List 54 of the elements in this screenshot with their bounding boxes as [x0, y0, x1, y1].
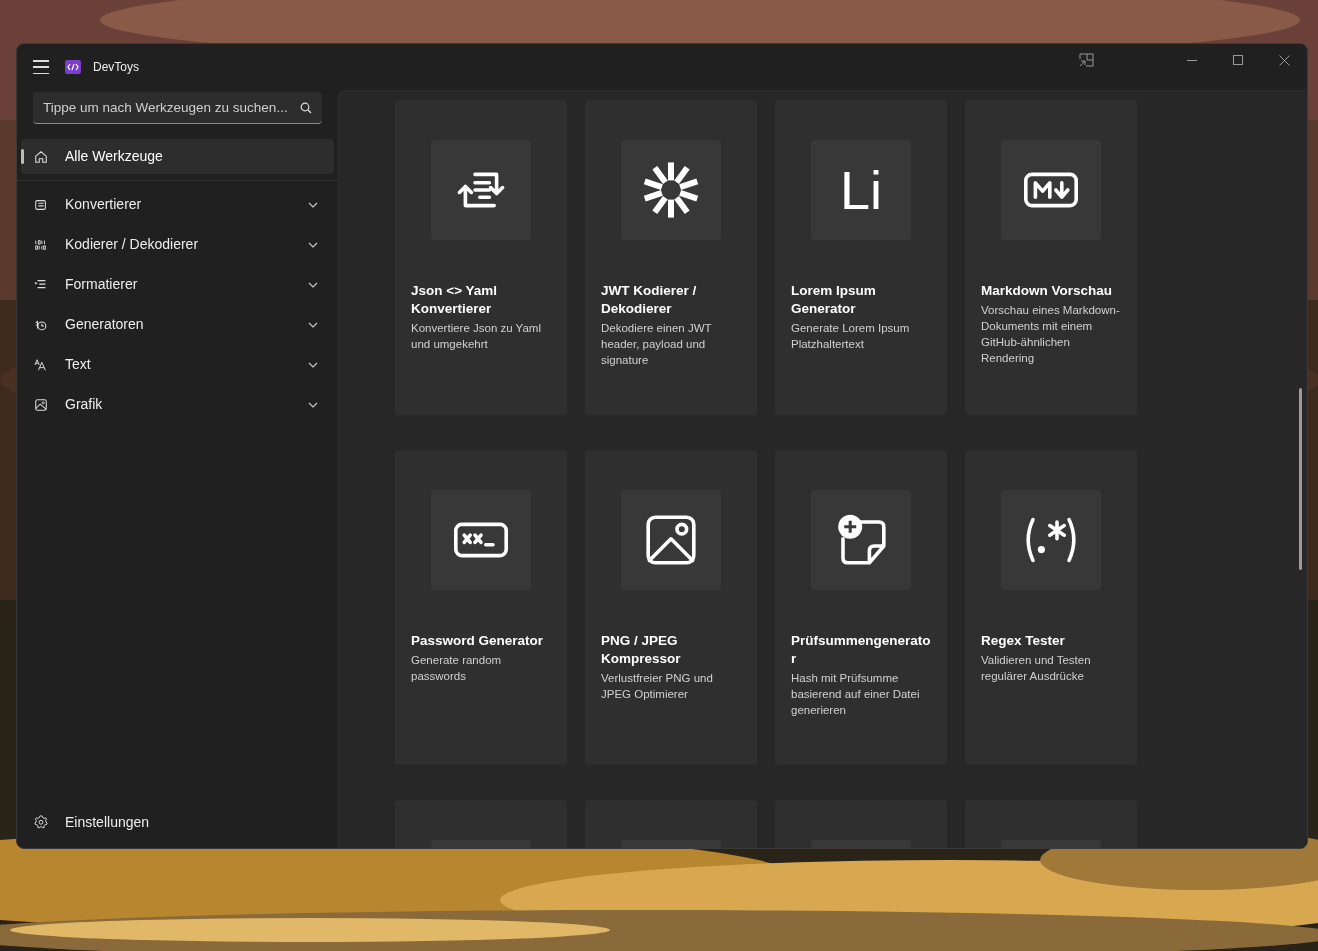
- compact-overlay-icon[interactable]: [1079, 53, 1094, 67]
- card-title: JWT Kodierer / Dekodierer: [601, 282, 698, 318]
- tool-card[interactable]: Markdown Vorschau Vorschau eines Markdown-Dokuments mit einem GitHub-ähnlichen Rendering: [965, 100, 1137, 415]
- nav-item[interactable]: Formatierer: [21, 267, 334, 302]
- app-logo-icon: [65, 60, 81, 74]
- nav-item[interactable]: Grafik: [21, 387, 334, 422]
- card-title: PNG / JPEG Kompressor: [601, 632, 682, 668]
- converter-icon: [34, 197, 48, 212]
- card-title: Markdown Vorschau: [981, 282, 1114, 300]
- letters-icon: Li: [840, 163, 882, 217]
- chevron-down-icon: [308, 401, 318, 408]
- nav-item[interactable]: Alle Werkzeuge: [21, 139, 334, 174]
- card-description: Generate random passwords: [411, 653, 503, 684]
- chevron-down-icon: [308, 321, 318, 328]
- binary-icon: [34, 237, 48, 252]
- card-title: Json <> Yaml Konvertierer: [411, 282, 499, 318]
- tool-card[interactable]: Json <> Yaml Konvertierer Konvertiere Json zu Yaml und umgekehrt: [395, 100, 567, 415]
- tool-card[interactable]: JWT Kodierer / Dekodierer Dekodiere einen JWT header, payload und signature: [585, 100, 757, 415]
- chevron-down-icon: [308, 361, 318, 368]
- close-icon: [1278, 54, 1290, 66]
- nav-item[interactable]: Konvertierer: [21, 187, 334, 222]
- nav-item[interactable]: Generatoren: [21, 307, 334, 342]
- tool-card[interactable]: Li Lorem Ipsum Generator Generate Lorem Ipsum Platzhaltertext: [775, 100, 947, 415]
- chevron-down-icon: [308, 241, 318, 248]
- card-description: Konvertiere Json zu Yaml und umgekehrt: [411, 321, 542, 352]
- card-description: Hash mit Prüfsumme basierend auf einer Datei generieren: [791, 671, 921, 718]
- settings-icon: [34, 815, 48, 829]
- card-description: Validieren und Testen regulärer Ausdrücke: [981, 653, 1092, 684]
- search-icon: [300, 102, 312, 114]
- card-description: Dekodiere einen JWT header, payload und signature: [601, 321, 713, 368]
- chevron-down-icon: [308, 201, 318, 208]
- card-title: Prüfsummengenerato r: [791, 632, 931, 668]
- tool-card[interactable]: PNG / JPEG Kompressor Verlustfreier PNG und JPEG Optimierer: [585, 450, 757, 765]
- scrollbar-thumb[interactable]: [1299, 388, 1302, 570]
- card-description: Verlustfreier PNG und JPEG Optimierer: [601, 671, 714, 702]
- card-title: Lorem Ipsum Generator: [791, 282, 877, 318]
- tool-card[interactable]: Prüfsummengenerato r Hash mit Prüfsumme basierend auf einer Datei generieren: [775, 450, 947, 765]
- nav-item[interactable]: Text: [21, 347, 334, 382]
- search-field[interactable]: Tippe um nach Werkzeugen zu suchen...: [33, 92, 322, 124]
- tool-card[interactable]: Password Generator Generate random passwords: [395, 450, 567, 765]
- nav-item[interactable]: Kodierer / Dekodierer: [21, 227, 334, 262]
- window-title: DevToys: [93, 59, 139, 76]
- menu-icon[interactable]: [33, 60, 49, 74]
- home-icon: [34, 149, 48, 164]
- card-title: Regex Tester: [981, 632, 1066, 650]
- letters-icon: [34, 357, 48, 372]
- chevron-down-icon: [308, 281, 318, 288]
- starburst-icon: [641, 160, 701, 220]
- card-description: Vorschau eines Markdown-Dokuments mit einem GitHub-ähnlichen Rendering: [981, 303, 1121, 366]
- card-title: Password Generator: [411, 632, 545, 650]
- image-icon: [34, 397, 48, 412]
- settings-item[interactable]: Einstellungen: [21, 804, 334, 840]
- card-description: Generate Lorem Ipsum Platzhaltertext: [791, 321, 911, 352]
- tool-card[interactable]: Regex Tester Validieren und Testen regulärer Ausdrücke: [965, 450, 1137, 765]
